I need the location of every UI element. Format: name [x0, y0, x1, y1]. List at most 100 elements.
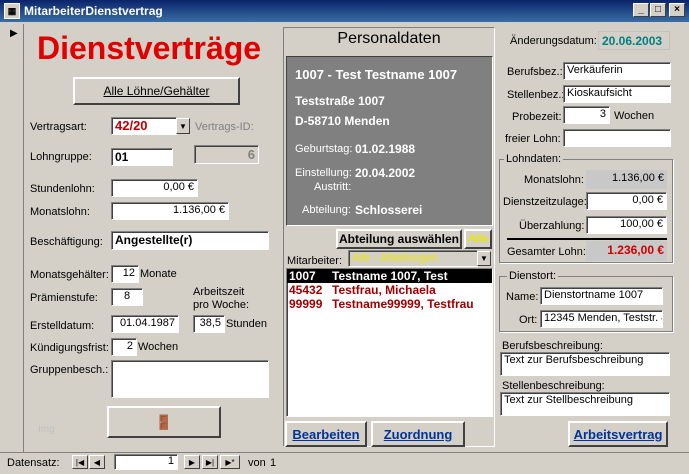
erstelldatum-field[interactable]: 01.04.1987	[111, 315, 179, 333]
ueberzahlung-field[interactable]: 100,00 €	[586, 216, 667, 234]
datensatz-label: Datensatz:	[7, 457, 60, 469]
employee-city: D-58710 Menden	[295, 114, 390, 128]
berufsbeschreibung-field[interactable]: Text zur Berufsbeschreibung	[500, 352, 670, 376]
gesamter-lohn-value: 1.236,00 €	[586, 241, 667, 261]
stundenlohn-label: Stundenlohn:	[30, 183, 95, 195]
einstellung-value: 20.04.2002	[355, 166, 416, 180]
alle-button[interactable]: Alle	[464, 229, 492, 249]
freier-lohn-field[interactable]	[563, 129, 671, 147]
stellenbez-label: Stellenbez.:	[507, 89, 565, 101]
arbeitsvertrag-button[interactable]: Arbeitsvertrag	[568, 421, 668, 447]
dienstort-name-label: Name:	[506, 291, 539, 303]
lohngruppe-label: Lohngruppe:	[30, 151, 92, 163]
monatsgehaelter-field[interactable]: 12	[111, 265, 139, 283]
vertrags-id-field: 6	[194, 145, 259, 164]
stundenlohn-field[interactable]: 0,00 €	[111, 179, 198, 197]
minimize-button[interactable]: _	[633, 3, 649, 17]
berufsbez-label: Berufsbez.:	[507, 66, 563, 78]
gruppenbesch-field[interactable]	[111, 360, 269, 398]
probezeit-label: Probezeit:	[512, 111, 562, 123]
alle-loehne-button[interactable]: Alle Löhne/Gehälter	[73, 77, 240, 105]
monatslohn-field[interactable]: 1.136,00 €	[111, 202, 229, 220]
lohndaten-monatslohn-value: 1.136,00 €	[586, 170, 667, 189]
title-bar: ▦ MitarbeiterDienstvertrag _ □ ×	[0, 0, 689, 22]
app-icon: ▦	[4, 3, 20, 19]
arbeitszeit-label: Arbeitszeit	[193, 286, 245, 298]
mitarbeiter-label: Mitarbeiter:	[287, 255, 343, 267]
gruppenbesch-label: Gruppenbesch.:	[30, 364, 109, 376]
list-item[interactable]: 99999 Testname99999, Testfrau	[287, 297, 492, 311]
employee-card: 1007 - Test Testname 1007 Teststraße 100…	[286, 56, 493, 226]
abteilung-label: Abteilung:	[302, 204, 351, 216]
list-item[interactable]: 45432 Testfrau, Michaela	[287, 283, 492, 297]
freier-lohn-label: freier Lohn:	[505, 133, 561, 145]
first-record-icon[interactable]: |◀	[72, 455, 88, 469]
berufsbez-field[interactable]: Verkäuferin	[563, 62, 671, 80]
beschaeftigung-field[interactable]: Angestellte(r)	[111, 231, 269, 250]
berufsbeschreibung-label: Berufsbeschreibung:	[502, 340, 603, 352]
maximize-button[interactable]: □	[650, 3, 666, 17]
lohndaten-monatslohn-label: Monatslohn:	[524, 174, 584, 186]
record-total: 1	[270, 457, 277, 469]
mitarbeiter-combo[interactable]: Alle - Abteilungen	[348, 250, 478, 267]
stunden-field[interactable]: 38,5	[193, 315, 225, 333]
stellenbez-field[interactable]: Kioskaufsicht	[563, 85, 671, 103]
next-record-icon[interactable]: ▶	[184, 455, 200, 469]
dienstort-title: Dienstort:	[507, 270, 559, 282]
austritt-label: Austritt:	[314, 181, 352, 193]
dienstort-ort-field[interactable]: 12345 Menden, Teststr. 4	[540, 310, 663, 328]
current-record-arrow-icon: ▶	[10, 28, 18, 39]
list-item-name: Testname 1007, Test	[332, 269, 448, 283]
record-number-field[interactable]: 1	[114, 454, 178, 470]
page-heading: Dienstverträge	[37, 30, 262, 66]
beschaeftigung-label: Beschäftigung:	[30, 236, 103, 248]
faint-label: Img	[38, 424, 55, 435]
praemienstufe-field[interactable]: 8	[111, 288, 143, 306]
abteilung-auswaehlen-button[interactable]: Abteilung auswählen	[336, 229, 462, 249]
kuendigungsfrist-label: Kündigungsfrist:	[30, 342, 109, 354]
mitarbeiter-list[interactable]: 1007 Testname 1007, Test 45432 Testfrau,…	[286, 268, 493, 417]
kuendigungsfrist-field[interactable]: 2	[111, 338, 137, 356]
sum-divider	[507, 238, 667, 240]
pro-woche-label: pro Woche:	[193, 299, 250, 311]
aenderungsdatum-label: Änderungsdatum:	[510, 35, 597, 47]
wochen-label: Wochen	[138, 341, 179, 353]
bearbeiten-button[interactable]: Bearbeiten	[285, 421, 367, 447]
chevron-down-icon[interactable]: ▼	[477, 251, 491, 266]
einstellung-label: Einstellung:	[295, 167, 352, 179]
list-item-name: Testfrau, Michaela	[332, 283, 436, 297]
monatslohn-label: Monatslohn:	[30, 206, 90, 218]
list-item-id: 99999	[289, 297, 323, 311]
von-label: von	[248, 457, 266, 469]
chevron-down-icon[interactable]: ▼	[176, 118, 190, 134]
previous-record-icon[interactable]: ◀	[89, 455, 105, 469]
probezeit-field[interactable]: 3	[563, 106, 610, 124]
vertrags-id-label: Vertrags-ID:	[195, 121, 254, 133]
probezeit-unit: Wochen	[614, 110, 655, 122]
close-button[interactable]: ×	[669, 3, 685, 17]
employee-street: Teststraße 1007	[295, 94, 385, 108]
geburtstag-value: 01.02.1988	[355, 142, 416, 156]
list-item[interactable]: 1007 Testname 1007, Test	[287, 269, 492, 283]
lohngruppe-field[interactable]: 01	[111, 148, 173, 166]
vertragsart-label: Vertragsart:	[30, 121, 87, 133]
monatsgehaelter-label: Monatsgehälter:	[30, 269, 109, 281]
zuordnung-button[interactable]: Zuordnung	[371, 421, 465, 447]
dienstort-name-field[interactable]: Dienstortname 1007	[540, 287, 663, 305]
employee-name: 1007 - Test Testname 1007	[295, 67, 458, 82]
praemienstufe-label: Prämienstufe:	[30, 292, 98, 304]
erstelldatum-label: Erstelldatum:	[30, 320, 95, 332]
stellenbeschreibung-field[interactable]: Text zur Stellbeschreibung	[500, 392, 670, 416]
vertragsart-select[interactable]: 42/20	[111, 117, 177, 135]
aenderungsdatum-value: 20.06.2003	[598, 31, 670, 50]
window-title: MitarbeiterDienstvertrag	[24, 4, 163, 18]
dienstort-ort-label: Ort:	[519, 314, 538, 326]
record-selector[interactable]: ▶	[4, 24, 24, 452]
new-record-icon[interactable]: ▶*	[220, 455, 240, 469]
exit-button[interactable]: 🚪	[107, 406, 221, 438]
dienstzeitzulage-field[interactable]: 0,00 €	[586, 192, 667, 210]
exit-door-icon: 🚪	[155, 413, 173, 430]
abteilung-value: Schlosserei	[355, 203, 423, 217]
lohndaten-title: Lohndaten:	[504, 153, 564, 165]
last-record-icon[interactable]: ▶|	[202, 455, 218, 469]
